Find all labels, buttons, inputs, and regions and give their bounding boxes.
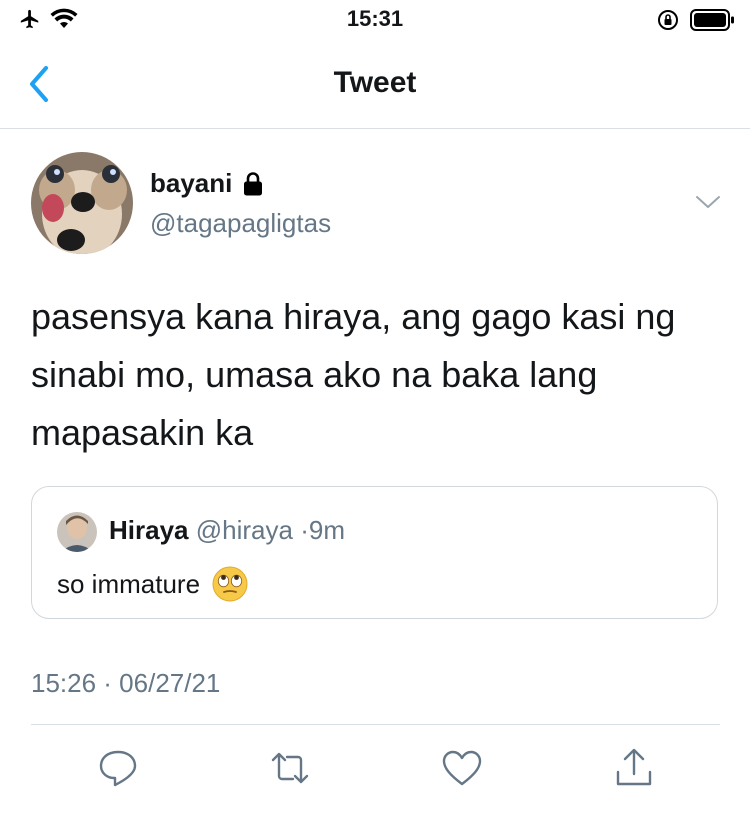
quoted-tweet[interactable]: Hiraya @hiraya ·9m so immature 🙄	[31, 486, 718, 619]
action-bar	[0, 746, 750, 794]
reply-button[interactable]	[96, 746, 140, 790]
reply-icon	[99, 750, 137, 787]
like-button[interactable]	[440, 746, 484, 790]
eye-roll-emoji-icon	[212, 566, 248, 602]
author-avatar[interactable]	[31, 152, 133, 254]
tweet-timestamp: 15:26 · 06/27/21	[31, 668, 221, 698]
retweet-icon	[271, 752, 309, 784]
quoted-author-name: Hiraya	[109, 515, 189, 545]
tweet-text: pasensya kana hiraya, ang gago kasi ng s…	[31, 296, 676, 453]
author-name[interactable]: bayani	[150, 168, 232, 199]
share-button[interactable]	[612, 746, 656, 790]
quoted-separator: ·	[300, 515, 309, 545]
author-handle[interactable]: @tagapagligtas	[150, 208, 331, 239]
status-bar: 15:31	[0, 0, 750, 42]
orientation-lock-icon	[658, 10, 678, 30]
quoted-author-avatar	[57, 512, 97, 552]
quoted-tweet-body: so immature 🙄	[57, 566, 248, 602]
person-avatar-image	[57, 512, 97, 552]
divider	[31, 724, 720, 725]
dog-avatar-image	[31, 152, 133, 254]
like-icon	[442, 750, 482, 786]
lock-icon	[244, 171, 263, 195]
share-icon	[616, 748, 652, 786]
status-bar-right	[656, 8, 736, 32]
quoted-tweet-text: so immature	[57, 568, 201, 599]
status-time: 15:31	[346, 6, 404, 31]
navigation-bar: Tweet	[0, 42, 750, 129]
quoted-author-handle: @hiraya	[195, 515, 293, 545]
quoted-tweet-header: Hiraya @hiraya ·9m	[109, 515, 345, 546]
author-name-row: bayani	[150, 168, 264, 199]
page-title: Tweet	[333, 66, 417, 99]
retweet-button[interactable]	[268, 746, 312, 790]
chevron-down-icon	[696, 196, 720, 208]
quoted-time-ago: 9m	[308, 515, 345, 545]
battery-icon	[690, 9, 734, 31]
tweet-menu-button[interactable]	[694, 192, 722, 212]
